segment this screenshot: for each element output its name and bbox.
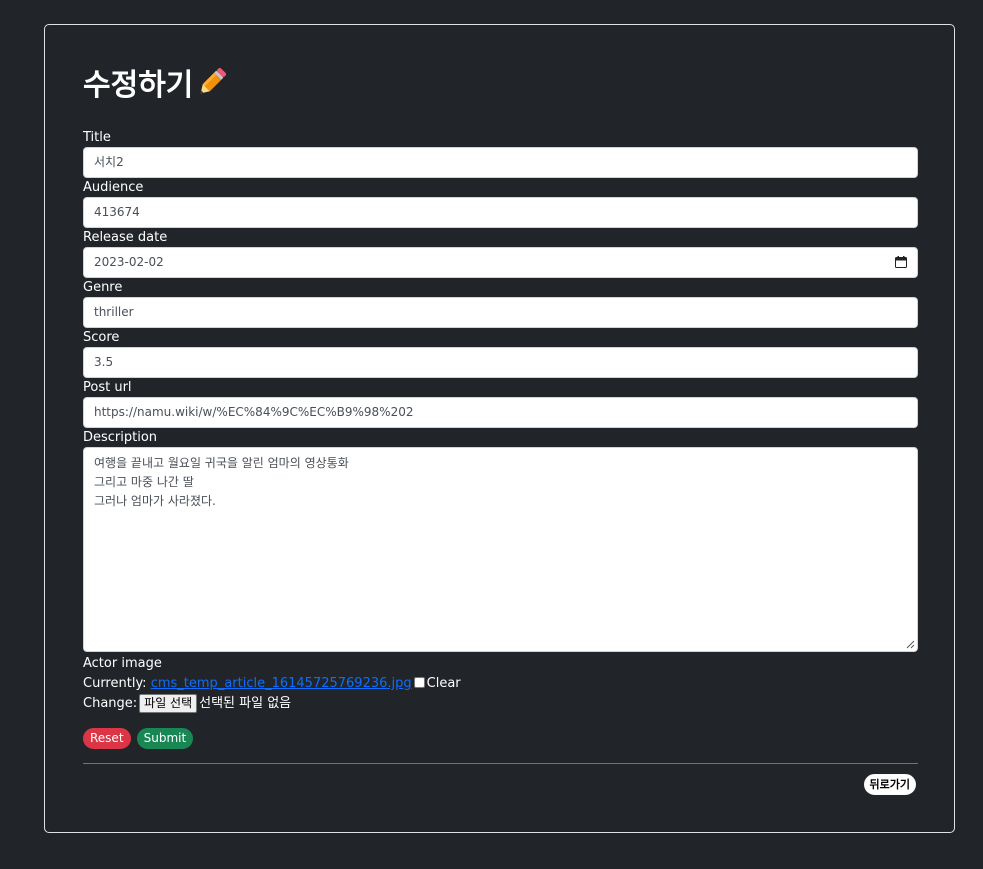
divider: [83, 763, 918, 764]
title-input[interactable]: 서치2: [83, 147, 918, 178]
post-url-label: Post url: [83, 380, 132, 395]
description-line: 그리고 마중 나간 딸: [94, 475, 194, 489]
genre-label: Genre: [83, 280, 123, 295]
movie-form: Title 서치2 Audience 413674 Release date 2…: [83, 129, 918, 772]
calendar-icon[interactable]: [895, 256, 907, 268]
actor-image-label: Actor image: [83, 656, 162, 671]
description-label: Description: [83, 430, 158, 445]
actor-image-change-row: Change: 파일 선택 선택된 파일 없음: [83, 694, 918, 714]
clear-label: Clear: [426, 676, 461, 691]
file-select-button[interactable]: 파일 선택: [139, 694, 198, 713]
reset-button[interactable]: Reset: [83, 728, 131, 749]
edit-form-card: 수정하기 Title 서치2 Audience 413674 Release d…: [44, 24, 955, 833]
genre-input[interactable]: thriller: [83, 297, 918, 328]
description-line: 그러나 엄마가 사라졌다.: [94, 494, 216, 508]
score-input[interactable]: 3.5: [83, 347, 918, 378]
pencil-icon: [201, 67, 227, 94]
release-date-value: 2023-02-02: [94, 255, 164, 269]
file-status-text: 선택된 파일 없음: [199, 696, 292, 711]
release-date-label: Release date: [83, 230, 168, 245]
audience-label: Audience: [83, 180, 144, 195]
page-title: 수정하기: [83, 65, 229, 105]
form-buttons: Reset Submit: [83, 728, 918, 750]
title-label: Title: [83, 130, 111, 145]
submit-button[interactable]: Submit: [136, 728, 194, 749]
clear-checkbox[interactable]: [413, 677, 425, 688]
release-date-input[interactable]: 2023-02-02: [83, 247, 918, 278]
back-button[interactable]: 뒤로가기: [863, 774, 916, 795]
change-label: Change:: [83, 696, 138, 711]
description-textarea[interactable]: 여행을 끝내고 월요일 귀국을 알린 엄마의 영상통화 그리고 마중 나간 딸 …: [83, 447, 918, 652]
audience-input[interactable]: 413674: [83, 197, 918, 228]
post-url-input[interactable]: https://namu.wiki/w/%EC%84%9C%EC%B9%98%2…: [83, 397, 918, 428]
description-line: 여행을 끝내고 월요일 귀국을 알린 엄마의 영상통화: [94, 456, 349, 470]
currently-label: Currently:: [83, 676, 147, 691]
current-file-link[interactable]: cms_temp_article_16145725769236.jpg: [151, 676, 412, 691]
score-label: Score: [83, 330, 120, 345]
resize-grip-icon[interactable]: [906, 640, 915, 649]
page-title-text: 수정하기: [83, 68, 194, 103]
actor-image-current-row: Currently: cms_temp_article_161457257692…: [83, 674, 918, 694]
